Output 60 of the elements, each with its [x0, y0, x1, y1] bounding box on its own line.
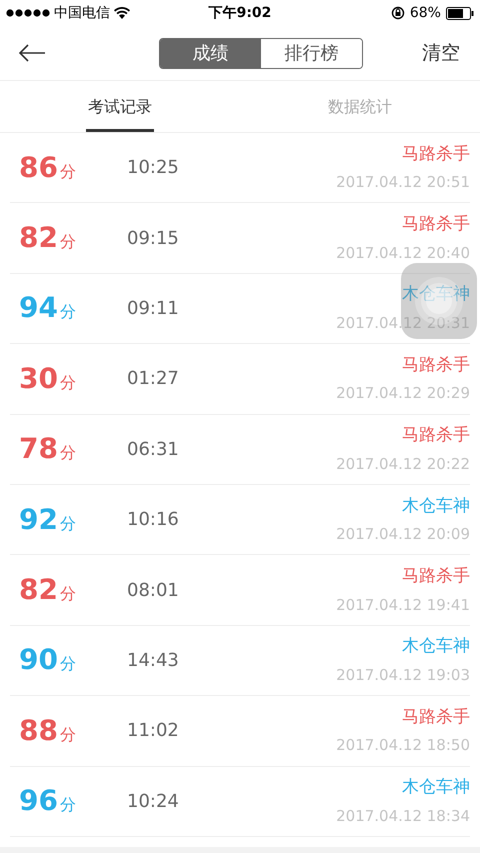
user-name: 木仓车神 [402, 283, 470, 306]
record-date: 2017.04.12 20:51 [336, 172, 470, 194]
record-date: 2017.04.12 20:09 [336, 524, 470, 546]
user-name: 马路杀手 [402, 354, 470, 377]
back-arrow-icon [18, 44, 46, 62]
record-date: 2017.04.12 19:03 [336, 664, 470, 686]
user-name: 马路杀手 [402, 142, 470, 166]
battery-percent: 68% [410, 4, 441, 22]
duration: 09:15 [127, 226, 179, 251]
duration: 06:31 [127, 438, 179, 462]
record-date: 2017.04.12 18:34 [336, 806, 470, 827]
record-date: 2017.04.12 20:29 [336, 383, 470, 404]
score: 82 [19, 572, 58, 608]
record-date: 2017.04.12 18:50 [336, 735, 470, 756]
user-name: 木仓车神 [402, 635, 470, 658]
user-name: 马路杀手 [402, 565, 470, 588]
score-unit: 分 [60, 231, 76, 254]
clear-button[interactable]: 清空 [420, 38, 462, 68]
score: 94 [19, 290, 58, 326]
record-date: 2017.04.12 19:41 [336, 594, 470, 616]
score-unit: 分 [60, 653, 76, 676]
score: 92 [19, 502, 58, 538]
score: 88 [19, 712, 58, 749]
user-name: 木仓车神 [402, 494, 470, 518]
battery-icon [446, 6, 474, 20]
user-name: 马路杀手 [402, 706, 470, 729]
user-name: 马路杀手 [402, 213, 470, 236]
record-date: 2017.04.12 20:22 [336, 454, 470, 475]
duration: 10:25 [127, 156, 179, 180]
tab[interactable]: 考试记录 [86, 81, 154, 132]
duration: 11:02 [127, 719, 179, 744]
segment-tab[interactable]: 成绩 [160, 38, 261, 68]
carrier-label: 中国电信 [54, 4, 110, 22]
duration: 01:27 [127, 367, 179, 392]
score-unit: 分 [60, 160, 76, 183]
duration: 10:24 [127, 790, 179, 814]
duration: 14:43 [127, 648, 179, 673]
score-unit: 分 [60, 372, 76, 394]
score-unit: 分 [60, 301, 76, 324]
user-name: 马路杀手 [402, 424, 470, 448]
score: 96 [19, 783, 58, 820]
rotation-lock-icon [390, 6, 405, 20]
user-name: 木仓车神 [402, 776, 470, 800]
duration: 08:01 [127, 578, 179, 603]
score: 78 [19, 431, 58, 468]
score-unit: 分 [60, 442, 76, 464]
score: 90 [19, 642, 58, 678]
wifi-icon [114, 7, 130, 19]
score-unit: 分 [60, 794, 76, 816]
score-unit: 分 [60, 724, 76, 746]
duration: 09:11 [127, 296, 179, 321]
record-date: 2017.04.12 20:40 [336, 242, 470, 264]
clock-time: 下午9:02 [208, 4, 272, 22]
duration: 10:16 [127, 508, 179, 532]
score: 30 [19, 360, 58, 397]
score: 86 [19, 150, 58, 186]
score-unit: 分 [60, 512, 76, 535]
score: 82 [19, 220, 58, 256]
signal-icon [6, 9, 50, 17]
score-unit: 分 [60, 583, 76, 606]
